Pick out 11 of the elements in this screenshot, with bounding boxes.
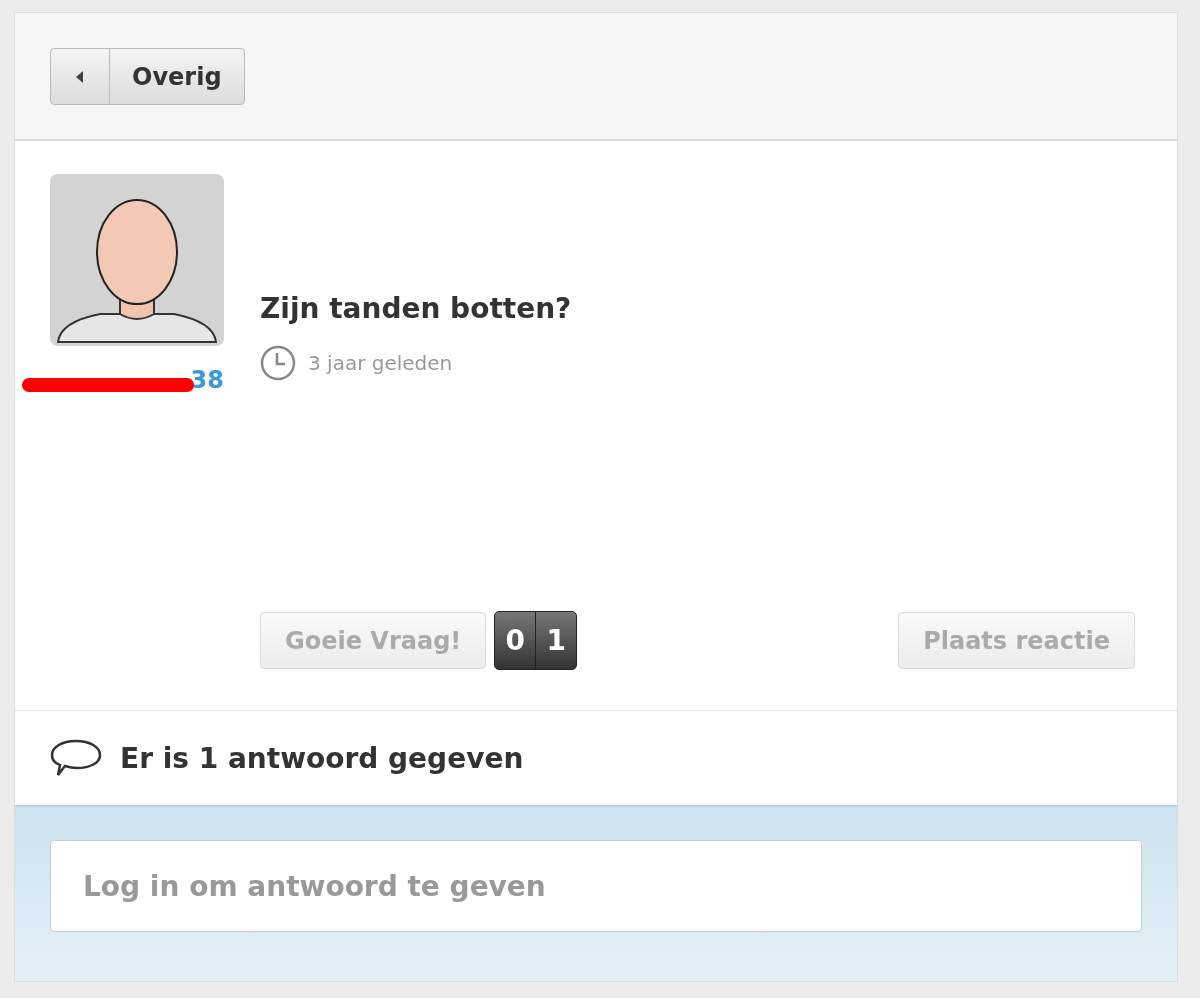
question-title: Zijn tanden botten? bbox=[260, 292, 573, 325]
back-button[interactable]: Overig bbox=[50, 48, 245, 105]
speech-bubble-icon bbox=[50, 738, 102, 778]
question-time: 3 jaar geleden bbox=[308, 351, 453, 375]
answers-heading: Er is 1 antwoord gegeven bbox=[120, 741, 524, 775]
caret-icon bbox=[76, 70, 84, 83]
answer-field[interactable]: Log in om antwoord te geven bbox=[50, 840, 1142, 932]
vote-counter: 0 1 bbox=[494, 611, 578, 670]
username-link[interactable]: 38 bbox=[190, 366, 224, 394]
clock-icon bbox=[260, 345, 296, 381]
avatar-icon bbox=[50, 174, 224, 346]
